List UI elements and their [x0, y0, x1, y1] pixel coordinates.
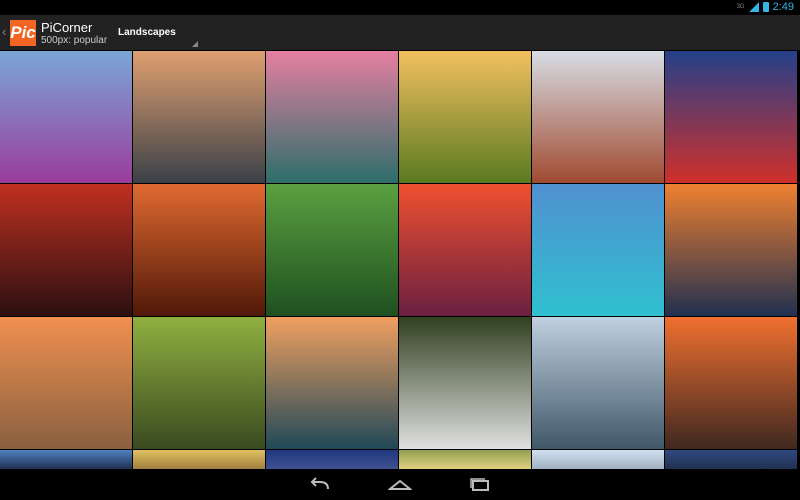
- home-button[interactable]: [388, 476, 412, 494]
- category-dropdown[interactable]: Landscapes: [112, 15, 198, 50]
- photo-grid: [0, 51, 800, 470]
- photo-thumbnail[interactable]: [665, 51, 797, 183]
- back-button[interactable]: [308, 476, 332, 494]
- photo-thumbnail[interactable]: [399, 450, 531, 469]
- photo-thumbnail[interactable]: [266, 184, 398, 316]
- back-icon: [310, 477, 329, 490]
- photo-thumbnail[interactable]: [399, 317, 531, 449]
- network-type: 3G: [736, 4, 745, 10]
- dropdown-triangle-icon: [192, 41, 198, 47]
- recents-button[interactable]: [468, 476, 492, 494]
- photo-thumbnail[interactable]: [532, 450, 664, 469]
- photo-thumbnail[interactable]: [266, 317, 398, 449]
- status-bar: 3G 2:49: [0, 0, 800, 15]
- photo-thumbnail[interactable]: [133, 317, 265, 449]
- navigation-bar: [0, 470, 800, 500]
- app-subtitle: 500px: popular: [41, 35, 108, 46]
- photo-thumbnail[interactable]: [0, 450, 132, 469]
- photo-thumbnail[interactable]: [665, 450, 797, 469]
- photo-thumbnail[interactable]: [665, 184, 797, 316]
- clock: 2:49: [772, 1, 794, 13]
- app-logo[interactable]: Pic: [10, 20, 36, 46]
- category-selected: Landscapes: [118, 27, 176, 38]
- photo-thumbnail[interactable]: [532, 51, 664, 183]
- app-title: PiCorner: [41, 20, 93, 35]
- home-icon: [388, 479, 412, 490]
- photo-thumbnail[interactable]: [0, 184, 132, 316]
- action-bar: ‹ Pic PiCorner 500px: popular Landscapes: [0, 15, 800, 50]
- photo-thumbnail[interactable]: [399, 51, 531, 183]
- photo-thumbnail[interactable]: [0, 317, 132, 449]
- photo-thumbnail[interactable]: [665, 317, 797, 449]
- battery-icon: [762, 2, 769, 12]
- photo-thumbnail[interactable]: [133, 450, 265, 469]
- photo-thumbnail[interactable]: [266, 51, 398, 183]
- photo-thumbnail[interactable]: [399, 184, 531, 316]
- signal-icon: [748, 2, 759, 12]
- photo-thumbnail[interactable]: [133, 51, 265, 183]
- back-caret-icon[interactable]: ‹: [2, 24, 6, 39]
- photo-thumbnail[interactable]: [0, 51, 132, 183]
- photo-thumbnail[interactable]: [133, 184, 265, 316]
- recents-icon: [470, 478, 489, 491]
- photo-thumbnail[interactable]: [266, 450, 398, 469]
- photo-thumbnail[interactable]: [532, 317, 664, 449]
- photo-thumbnail[interactable]: [532, 184, 664, 316]
